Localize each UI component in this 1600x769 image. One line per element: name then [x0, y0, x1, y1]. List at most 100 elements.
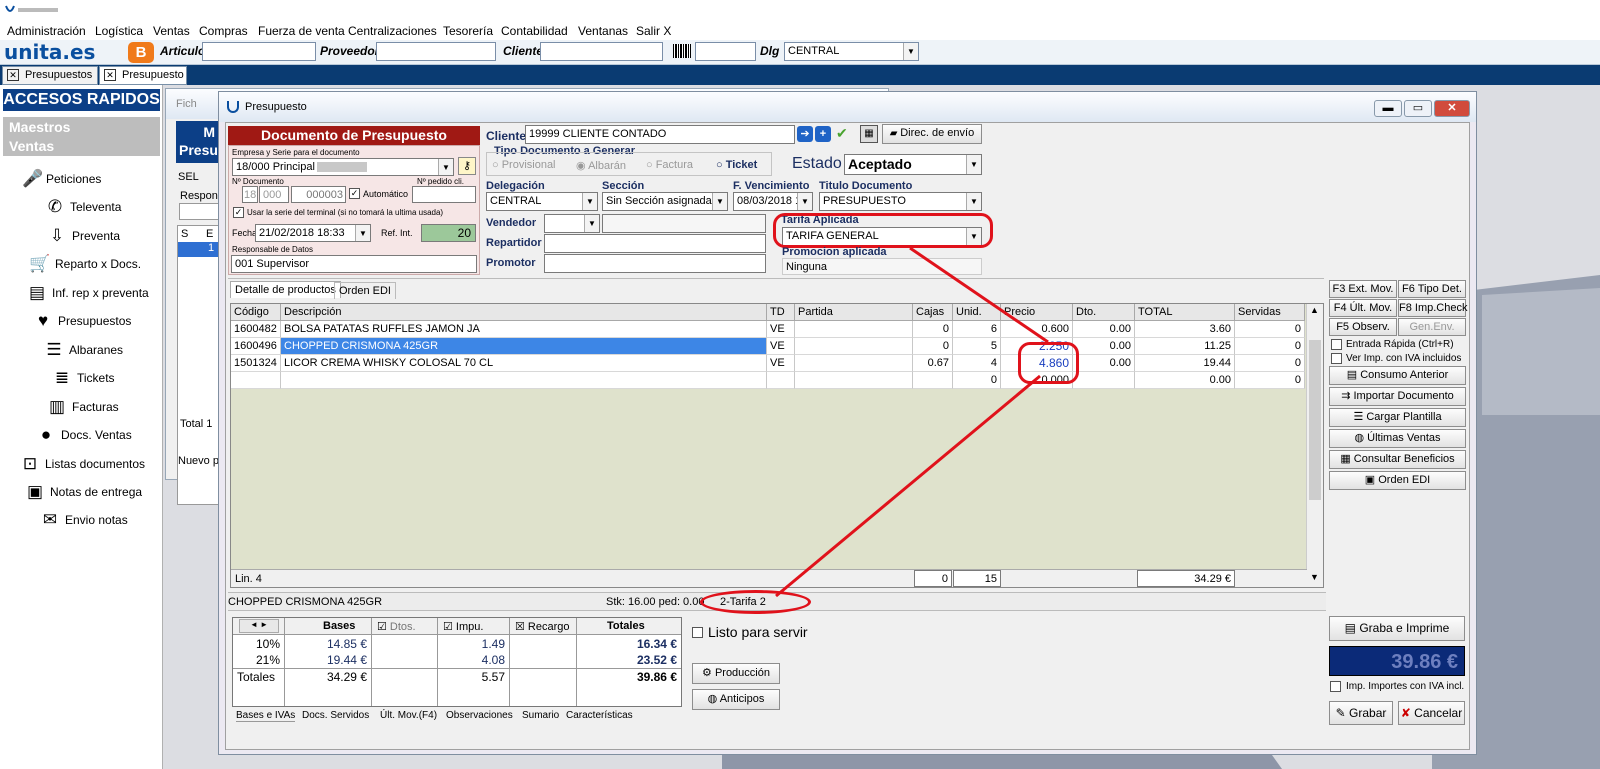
bgwin-row[interactable]: 1	[178, 242, 218, 257]
grid-col-header[interactable]: Descripción	[281, 304, 767, 321]
sidebar-item-inf-rep[interactable]: ▤ Inf. rep x preventa	[29, 283, 149, 302]
sidebar-item-notas-entrega[interactable]: ▣ Notas de entrega	[27, 482, 142, 501]
chevron-down-icon[interactable]: ▼	[1310, 572, 1319, 582]
consumo-anterior-button[interactable]: ▤ Consumo Anterior	[1329, 366, 1466, 385]
barcode-icon[interactable]	[673, 44, 691, 58]
menu-ventas[interactable]: Ventas	[153, 24, 190, 38]
check-icon[interactable]: ✔	[836, 125, 848, 142]
plus-icon[interactable]: +	[815, 126, 831, 142]
table-row[interactable]: 1501324 LICOR CREMA WHISKY COLOSAL 70 CL V…	[231, 355, 1305, 372]
sidebar-item-peticiones[interactable]: 🎤 Peticiones	[22, 169, 101, 188]
cliente-input[interactable]	[540, 42, 663, 61]
promotor-input[interactable]	[544, 254, 766, 273]
automatico-checkbox[interactable]: ✓	[349, 188, 360, 199]
gen-env-button[interactable]: Gen.Env.	[1398, 318, 1466, 336]
estado-select[interactable]: Aceptado ▼	[844, 154, 982, 175]
fecha-select[interactable]: 21/02/2018 18:33 ▼	[255, 224, 371, 242]
grid-scrollbar[interactable]: ▲ ▼	[1306, 304, 1323, 587]
sidebar-section-ventas[interactable]: Ventas	[3, 136, 160, 156]
grid-col-header[interactable]: Servidas	[1235, 304, 1305, 321]
grid-col-header[interactable]: TOTAL	[1135, 304, 1235, 321]
chevron-up-icon[interactable]: ▲	[1310, 305, 1319, 315]
menu-administracion[interactable]: Administración	[7, 24, 86, 38]
vendedor-select[interactable]: ▼	[544, 214, 600, 233]
grid-col-header[interactable]: Dto.	[1073, 304, 1135, 321]
table-row[interactable]: 1600496 CHOPPED CRISMONA 425GR VE 0 5 2.250 0.…	[231, 338, 1305, 355]
cancelar-button[interactable]: ✘ Cancelar	[1398, 701, 1465, 725]
resp-input[interactable]: 001 Supervisor	[231, 255, 477, 273]
tab-caracteristicas[interactable]: Características	[566, 710, 633, 721]
radio-ticket[interactable]: ○ Ticket	[716, 159, 757, 171]
delegacion-select[interactable]: CENTRAL ▼	[486, 192, 598, 211]
database-icon[interactable]: ▦	[860, 125, 878, 143]
radio-factura[interactable]: ○ Factura	[646, 159, 693, 171]
tab-ult-mov[interactable]: Últ. Mov.(F4)	[380, 710, 437, 721]
cliente-input[interactable]: 19999 CLIENTE CONTADO	[525, 125, 795, 144]
repartidor-input[interactable]	[544, 234, 766, 253]
bgwin-nuevo[interactable]: Nuevo p	[178, 455, 219, 467]
sidebar-item-facturas[interactable]: ▥ Facturas	[49, 397, 119, 416]
grid-col-header[interactable]: Partida	[795, 304, 913, 321]
sidebar-item-presupuestos[interactable]: ♥ Presupuestos	[38, 311, 131, 330]
bgwin-respon-input[interactable]	[179, 203, 219, 220]
produccion-button[interactable]: ⚙ Producción	[692, 663, 780, 684]
menu-compras[interactable]: Compras	[199, 24, 248, 38]
seccion-select[interactable]: Sin Sección asignada ▼	[602, 192, 728, 211]
importar-documento-button[interactable]: ⇉ Importar Documento	[1329, 387, 1466, 406]
tab-observaciones[interactable]: Observaciones	[446, 710, 513, 721]
usar-serie-checkbox[interactable]: ✓	[233, 207, 244, 218]
blogger-icon[interactable]: B	[128, 42, 154, 63]
entrada-rapida-checkbox[interactable]	[1331, 339, 1342, 350]
close-icon[interactable]: ✕	[1434, 100, 1470, 117]
arrow-right-icon[interactable]: ➔	[797, 126, 813, 142]
grid-col-header[interactable]: Cajas	[913, 304, 953, 321]
grid-col-header[interactable]: Código	[231, 304, 281, 321]
sidebar-section-maestros[interactable]: Maestros	[3, 117, 160, 137]
tab-detalle-productos[interactable]: Detalle de productos	[230, 281, 341, 298]
tab-presupuestos[interactable]: ✕ Presupuestos	[2, 66, 98, 85]
observ-button[interactable]: F5 Observ.	[1329, 318, 1397, 336]
sidebar-item-preventa[interactable]: ⇩ Preventa	[50, 226, 120, 245]
grid-col-header[interactable]: Precio	[1001, 304, 1073, 321]
grid-col-header[interactable]: Unid.	[953, 304, 1001, 321]
tab-orden-edi[interactable]: Orden EDI	[334, 282, 396, 299]
menu-tesoreria[interactable]: Tesorería	[443, 24, 493, 38]
fvenc-select[interactable]: 08/03/2018 1 ▼	[733, 192, 813, 211]
ext-mov-button[interactable]: F3 Ext. Mov.	[1329, 280, 1397, 298]
close-icon[interactable]: ✕	[7, 69, 19, 81]
consultar-beneficios-button[interactable]: ▦ Consultar Beneficios	[1329, 450, 1466, 469]
products-grid[interactable]: Código Descripción TD Partida Cajas Unid. Prec…	[230, 303, 1324, 588]
imp-check-button[interactable]: F8 Imp.Check	[1398, 299, 1467, 317]
anticipos-button[interactable]: ◍ Anticipos	[692, 689, 780, 710]
empresa-select[interactable]: 18/000 Principal ▼	[232, 158, 454, 176]
direc-envio-button[interactable]: ▰ Direc. de envío	[882, 124, 982, 144]
ult-mov-button[interactable]: F4 Últ. Mov.	[1329, 299, 1397, 317]
barcode-input[interactable]	[695, 42, 756, 61]
orden-edi-button[interactable]: ▣ Orden EDI	[1329, 471, 1466, 490]
menu-contabilidad[interactable]: Contabilidad	[501, 24, 568, 38]
menu-salir[interactable]: Salir X	[636, 24, 671, 38]
sidebar-item-televenta[interactable]: ✆ Televenta	[48, 197, 122, 216]
ver-imp-checkbox[interactable]	[1331, 353, 1342, 364]
keys-icon[interactable]: ⚷	[458, 157, 476, 175]
sidebar-item-envio-notas[interactable]: ✉ Envio notas	[43, 510, 128, 529]
articulo-input[interactable]	[202, 42, 316, 61]
dlg-select[interactable]: CENTRAL ▼	[784, 42, 919, 61]
menu-fuerza-de-venta[interactable]: Fuerza de venta	[258, 24, 345, 38]
maximize-icon[interactable]: ▭	[1404, 100, 1432, 117]
listo-checkbox[interactable]	[692, 627, 703, 638]
ultimas-ventas-button[interactable]: ◍ Últimas Ventas	[1329, 429, 1466, 448]
nav-arrows-icon[interactable]: ◄ ►	[239, 619, 279, 633]
menu-ventanas[interactable]: Ventanas	[578, 24, 628, 38]
npedido-input[interactable]	[412, 186, 476, 203]
table-row[interactable]: 1600482 BOLSA PATATAS RUFFLES JAMON JA VE 0…	[231, 321, 1305, 338]
sidebar-item-listas-documentos[interactable]: ⊡ Listas documentos	[23, 454, 145, 473]
cargar-plantilla-button[interactable]: ☰ Cargar Plantilla	[1329, 408, 1466, 427]
titulo-select[interactable]: PRESUPUESTO ▼	[819, 192, 982, 211]
sidebar-item-albaranes[interactable]: ☰ Albaranes	[46, 340, 123, 359]
close-icon[interactable]: ✕	[104, 69, 116, 81]
sidebar-item-tickets[interactable]: ≣ Tickets	[55, 368, 115, 387]
tab-docs-servidos[interactable]: Docs. Servidos	[302, 710, 369, 721]
grid-col-header[interactable]: TD	[767, 304, 795, 321]
minimize-icon[interactable]: ▬	[1374, 100, 1402, 117]
